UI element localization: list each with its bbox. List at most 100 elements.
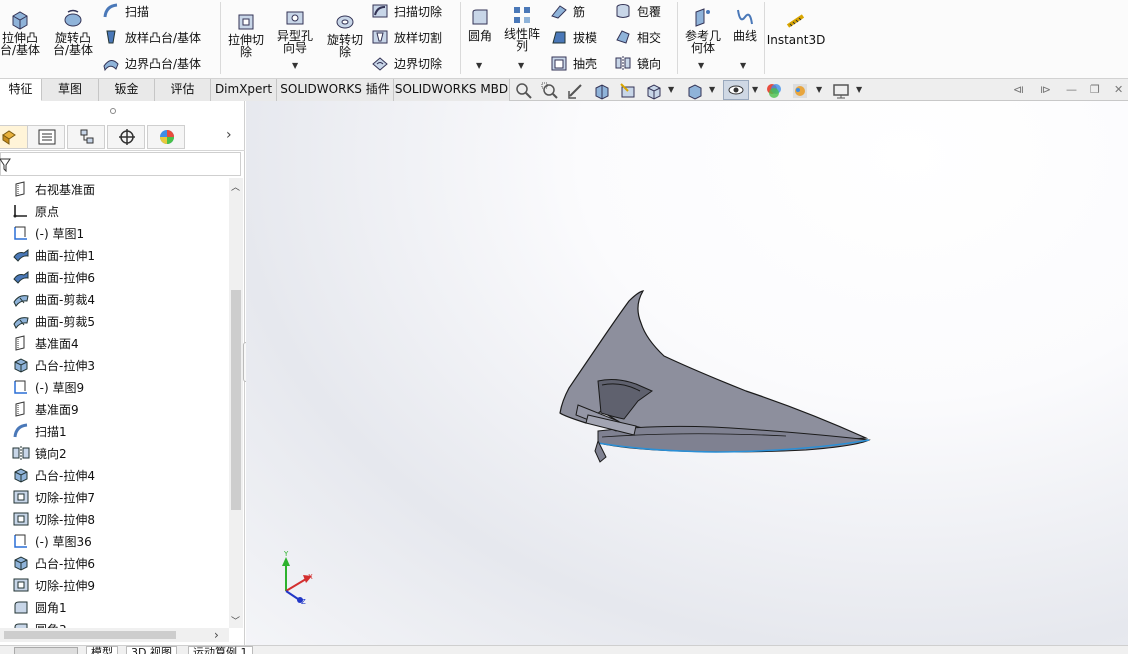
tree-item[interactable]: 曲面-拉伸6 xyxy=(0,266,229,288)
tab-3d-views[interactable]: 3D 视图 xyxy=(126,646,177,654)
tab-sheet-metal[interactable]: 钣金 xyxy=(99,79,155,101)
hole-wizard-dropdown[interactable]: ▼ xyxy=(292,61,298,70)
restore-panel-right-icon[interactable]: ⧐ xyxy=(1040,84,1054,96)
configuration-manager-tab[interactable] xyxy=(67,125,105,149)
view-settings-dropdown[interactable]: ▼ xyxy=(856,85,862,94)
linear-pattern-dropdown[interactable]: ▼ xyxy=(518,61,524,70)
tree-item[interactable]: 切除-拉伸7 xyxy=(0,486,229,508)
minimize-icon[interactable]: — xyxy=(1066,84,1080,96)
dynamic-annotation-icon[interactable] xyxy=(619,82,637,100)
wrap-button[interactable]: 包覆 xyxy=(614,0,661,22)
tree-item[interactable]: 圆角1 xyxy=(0,596,229,618)
tree-filter-bar[interactable] xyxy=(0,152,241,176)
boundary-boss-button[interactable]: 边界凸台/基体 xyxy=(102,52,201,74)
scroll-right-icon[interactable]: › xyxy=(214,628,219,642)
tree-item[interactable]: 基准面9 xyxy=(0,398,229,420)
tree-item[interactable]: 镜向2 xyxy=(0,442,229,464)
close-icon[interactable]: ✕ xyxy=(1114,84,1128,96)
lofted-cut-button[interactable]: 放样切割 xyxy=(371,26,442,48)
shell-button[interactable]: 抽壳 xyxy=(550,52,597,74)
tab-model[interactable]: 模型 xyxy=(86,646,118,654)
tab-dimxpert[interactable]: DimXpert xyxy=(211,79,277,101)
display-manager-tab[interactable] xyxy=(147,125,185,149)
tree-item[interactable]: 圆角3 xyxy=(0,618,229,628)
revolve-boss-button[interactable]: 旋转凸 台/基体 xyxy=(50,8,96,56)
tree-item[interactable]: 切除-拉伸8 xyxy=(0,508,229,530)
hide-show-items-button[interactable] xyxy=(723,80,749,100)
display-style-icon[interactable] xyxy=(686,82,704,100)
dimxpert-manager-tab[interactable] xyxy=(107,125,145,149)
tree-item[interactable]: (-) 草图36 xyxy=(0,530,229,552)
tree-item-label: 切除-拉伸9 xyxy=(35,578,95,593)
reference-geometry-button[interactable]: 参考几 何体 xyxy=(680,6,726,54)
scroll-down-icon[interactable]: ﹀ xyxy=(231,614,240,627)
zoom-to-area-icon[interactable] xyxy=(541,82,559,100)
linear-pattern-button[interactable]: 线性阵 列 xyxy=(500,4,544,52)
tree-item[interactable]: 曲面-剪裁4 xyxy=(0,288,229,310)
curves-button[interactable]: 曲线 xyxy=(728,6,762,42)
section-view-icon[interactable] xyxy=(593,82,611,100)
instant3d-button[interactable]: Instant3D xyxy=(767,10,825,46)
draft-button[interactable]: 拔模 xyxy=(550,26,597,48)
hide-show-dropdown[interactable]: ▼ xyxy=(752,85,758,94)
tree-item[interactable]: 原点 xyxy=(0,200,229,222)
tree-item[interactable]: 切除-拉伸9 xyxy=(0,574,229,596)
scrollbar-thumb[interactable] xyxy=(231,290,241,510)
more-tabs-chevron-icon[interactable]: › xyxy=(226,127,232,143)
revolve-cut-button[interactable]: 旋转切 除 xyxy=(322,10,368,58)
extrude-boss-button[interactable]: 拉伸凸 台/基体 xyxy=(0,8,42,56)
tab-sketch[interactable]: 草图 xyxy=(42,79,99,101)
mirror-button[interactable]: 镜向 xyxy=(614,52,661,74)
edit-appearance-icon[interactable] xyxy=(765,82,783,100)
curves-dropdown[interactable]: ▼ xyxy=(740,61,746,70)
restore-panel-left-icon[interactable]: ⧏ xyxy=(1013,84,1027,96)
manta-ray-model[interactable] xyxy=(559,290,871,463)
tab-solidworks-addins[interactable]: SOLIDWORKS 插件 xyxy=(277,79,394,101)
display-style-dropdown[interactable]: ▼ xyxy=(709,85,715,94)
apply-scene-dropdown[interactable]: ▼ xyxy=(816,85,822,94)
fillet-dropdown[interactable]: ▼ xyxy=(476,61,482,70)
tree-item[interactable]: 凸台-拉伸6 xyxy=(0,552,229,574)
tree-item[interactable]: 基准面4 xyxy=(0,332,229,354)
fillet-button[interactable]: 圆角 xyxy=(462,6,498,42)
tree-horizontal-scrollbar[interactable] xyxy=(0,628,229,642)
property-manager-tab[interactable] xyxy=(27,125,65,149)
tree-item[interactable]: (-) 草图1 xyxy=(0,222,229,244)
tab-solidworks-mbd[interactable]: SOLIDWORKS MBD xyxy=(394,79,510,101)
tree-vertical-scrollbar[interactable]: ︿ ﹀ xyxy=(229,178,243,628)
swept-cut-button[interactable]: 扫描切除 xyxy=(371,0,442,22)
tree-item[interactable]: 凸台-拉伸3 xyxy=(0,354,229,376)
previous-view-icon[interactable] xyxy=(567,82,585,100)
hole-wizard-button[interactable]: 异型孔 向导 xyxy=(272,6,318,54)
tab-motion-study-1[interactable]: 运动算例 1 xyxy=(188,646,253,654)
loft-boss-button[interactable]: 放样凸台/基体 xyxy=(102,26,201,48)
panel-pin-icon[interactable] xyxy=(110,108,116,114)
tree-item[interactable]: 曲面-拉伸1 xyxy=(0,244,229,266)
scroll-up-icon[interactable]: ︿ xyxy=(231,180,240,193)
extrude-cut-button[interactable]: 拉伸切 除 xyxy=(224,10,268,58)
sweep-button[interactable]: 扫描 xyxy=(102,0,149,22)
view-settings-icon[interactable] xyxy=(832,82,850,100)
feature-manager-tab[interactable] xyxy=(0,125,30,149)
tree-item[interactable]: 右视基准面 xyxy=(0,178,229,200)
restore-icon[interactable]: ❐ xyxy=(1090,84,1104,96)
view-orientation-icon[interactable] xyxy=(645,82,663,100)
triad-x-label: X xyxy=(308,573,313,581)
apply-scene-icon[interactable] xyxy=(791,82,809,100)
boundary-cut-button[interactable]: 边界切除 xyxy=(371,52,442,74)
tree-item[interactable]: 曲面-剪裁5 xyxy=(0,310,229,332)
rib-button[interactable]: 筋 xyxy=(550,0,585,22)
scrollbar-thumb[interactable] xyxy=(4,631,176,639)
zoom-to-fit-icon[interactable] xyxy=(515,82,533,100)
view-orientation-dropdown[interactable]: ▼ xyxy=(668,85,674,94)
tab-navigation-arrows[interactable] xyxy=(14,647,78,654)
tab-evaluate[interactable]: 评估 xyxy=(155,79,211,101)
intersect-button[interactable]: 相交 xyxy=(614,26,661,48)
tree-item[interactable]: 凸台-拉伸4 xyxy=(0,464,229,486)
tree-item[interactable]: 扫描1 xyxy=(0,420,229,442)
tab-features[interactable]: 特征 xyxy=(0,79,42,101)
tree-item[interactable]: (-) 草图9 xyxy=(0,376,229,398)
graphics-area[interactable]: Y X Z xyxy=(246,101,1128,645)
swept-cut-label: 扫描切除 xyxy=(394,4,443,19)
reference-geometry-dropdown[interactable]: ▼ xyxy=(698,61,704,70)
